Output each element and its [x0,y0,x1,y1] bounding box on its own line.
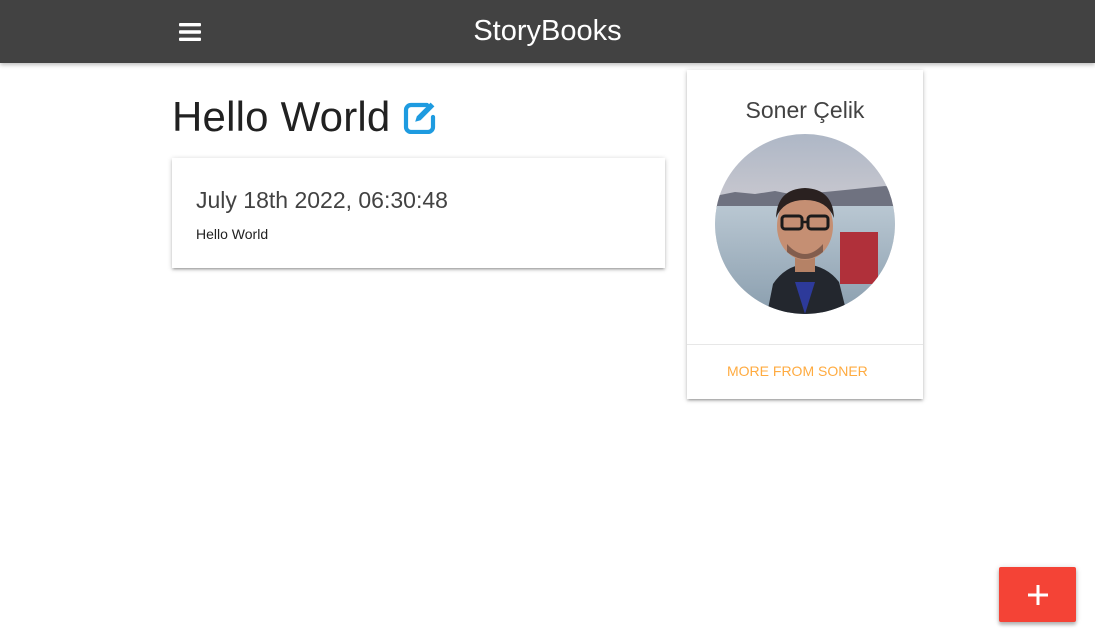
story-body: Hello World [196,226,269,242]
navbar: StoryBooks [0,0,1095,63]
story-date: July 18th 2022, 06:30:48 [196,187,448,213]
story-title-row: Hello World [172,92,437,142]
story-card: July 18th 2022, 06:30:48 Hello World [172,158,665,268]
edit-icon [403,102,435,134]
plus-icon [1027,584,1048,605]
author-avatar [715,134,895,314]
more-from-author-link[interactable]: MORE FROM SONER [727,363,868,379]
brand-logo-wrapper: StoryBooks [0,0,1095,63]
hamburger-menu-icon [179,23,201,41]
author-card: Soner Çelik MORE FROM SONER [687,70,923,399]
edit-story-button[interactable] [403,100,437,134]
story-title: Hello World [172,93,391,140]
brand-logo[interactable]: StoryBooks [473,15,621,47]
add-story-button[interactable] [999,567,1076,622]
hamburger-menu-button[interactable] [172,18,208,46]
card-divider [687,344,923,345]
author-name: Soner Çelik [745,97,865,123]
